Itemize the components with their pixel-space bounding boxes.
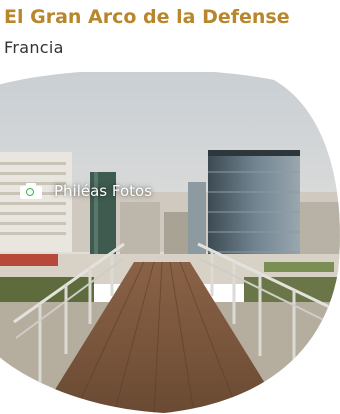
photo-image (0, 72, 340, 413)
photo-credit-text: Philéas Fotos (54, 182, 153, 200)
place-country: Francia (4, 38, 64, 57)
camera-icon (20, 183, 42, 199)
photo-credit: Philéas Fotos (20, 178, 152, 204)
place-title: El Gran Arco de la Defense (4, 6, 290, 28)
place-photo[interactable]: Philéas Fotos (0, 72, 340, 414)
place-card[interactable]: El Gran Arco de la Defense Francia Philé… (0, 0, 340, 414)
